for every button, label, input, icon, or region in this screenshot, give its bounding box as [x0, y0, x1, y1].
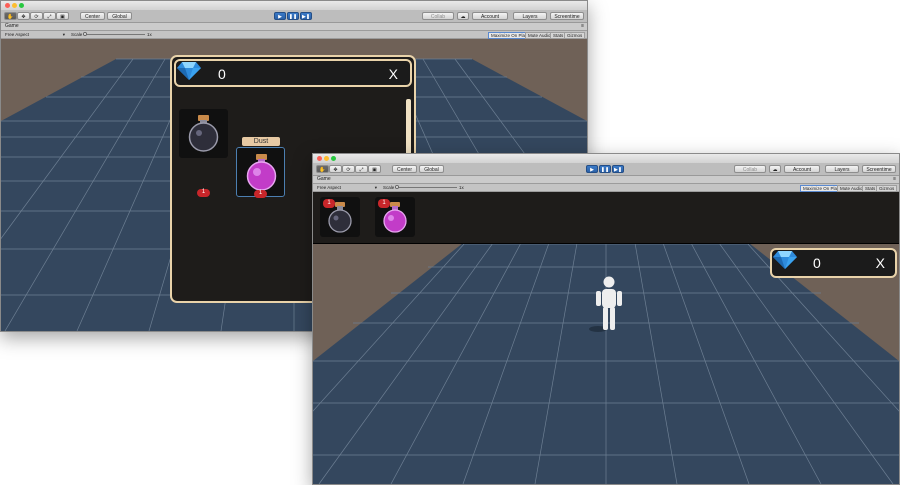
- inventory-slot-dark-potion[interactable]: [179, 109, 228, 158]
- cloud-icon[interactable]: ☁: [769, 165, 781, 173]
- chevron-down-icon: ▾: [62, 32, 65, 37]
- aspect-label: Free Aspect: [317, 185, 342, 190]
- editor-toolbar: ✋ ✥ ⟳ ⤢ ▣ Center Global ▶ ❚❚ ▶❚ Collab ☁…: [313, 163, 899, 176]
- item-count-badge: 1: [323, 199, 335, 208]
- layers-label: Layers: [834, 167, 850, 173]
- tab-game[interactable]: Game: [5, 23, 19, 30]
- gem-header: 0 X: [770, 248, 897, 278]
- play-icon[interactable]: ▶: [586, 165, 598, 173]
- game-tab-bar: Game ≡: [313, 176, 899, 184]
- rotate-tool-icon[interactable]: ⟳: [30, 12, 43, 20]
- account-label: Account: [792, 167, 812, 173]
- scene-view: [313, 243, 899, 484]
- gem-header: 0 X: [174, 59, 412, 87]
- move-tool-icon[interactable]: ✥: [329, 165, 342, 173]
- tab-menu-icon[interactable]: ≡: [893, 176, 896, 183]
- editor-toolbar: ✋ ✥ ⟳ ⤢ ▣ Center Global ▶ ❚❚ ▶❚ Collab ☁…: [1, 10, 587, 23]
- scale-tool-icon[interactable]: ⤢: [355, 165, 368, 173]
- hand-tool-icon[interactable]: ✋: [316, 165, 329, 173]
- play-icon[interactable]: ▶: [274, 12, 286, 20]
- pause-icon[interactable]: ❚❚: [287, 12, 299, 20]
- title-bar: [1, 1, 587, 10]
- close-icon[interactable]: X: [389, 66, 398, 82]
- rect-tool-icon[interactable]: ▣: [368, 165, 381, 173]
- maximize-on-play-toggle[interactable]: Maximize On Play: [488, 32, 531, 39]
- rect-tool-icon[interactable]: ▣: [56, 12, 69, 20]
- game-viewport[interactable]: 0 X: [313, 243, 899, 484]
- maximize-on-play-toggle[interactable]: Maximize On Play: [800, 185, 843, 192]
- chevron-down-icon: ▾: [374, 185, 377, 190]
- zoom-window-button[interactable]: [19, 3, 24, 8]
- pivot-label: Center: [84, 14, 100, 20]
- gem-icon: [773, 251, 797, 269]
- item-count-badge: 1: [378, 199, 390, 208]
- aspect-dropdown[interactable]: Free Aspect ▾: [317, 184, 379, 191]
- item-tooltip: Dust: [242, 137, 280, 146]
- layout-dropdown[interactable]: Screentime: [862, 165, 896, 173]
- scale-slider-knob[interactable]: [395, 185, 399, 189]
- gem-count: 0: [218, 66, 226, 82]
- layers-dropdown[interactable]: Layers: [825, 165, 859, 173]
- title-bar: [313, 154, 899, 163]
- layers-dropdown[interactable]: Layers: [513, 12, 547, 20]
- minimize-window-button[interactable]: [324, 156, 329, 161]
- cloud-icon[interactable]: ☁: [457, 12, 469, 20]
- collab-label: Collab: [430, 14, 446, 20]
- layout-dropdown[interactable]: Screentime: [550, 12, 584, 20]
- pause-icon[interactable]: ❚❚: [599, 165, 611, 173]
- scale-tool-icon[interactable]: ⤢: [43, 12, 56, 20]
- scale-slider-knob[interactable]: [83, 32, 87, 36]
- scale-value: 1x: [459, 185, 464, 190]
- zoom-window-button[interactable]: [331, 156, 336, 161]
- gizmos-dropdown[interactable]: Gizmos: [564, 32, 586, 39]
- scale-label: Scale: [383, 185, 395, 190]
- step-icon[interactable]: ▶❚: [300, 12, 312, 20]
- minimize-window-button[interactable]: [12, 3, 17, 8]
- game-view-bar: Free Aspect ▾ Scale 1x Maximize On Play M…: [1, 31, 587, 39]
- close-icon[interactable]: X: [876, 255, 885, 271]
- pivot-toggle-button[interactable]: Center: [80, 12, 105, 20]
- collab-button[interactable]: Collab: [734, 165, 766, 173]
- gem-icon: [177, 62, 201, 80]
- collab-button[interactable]: Collab: [422, 12, 454, 20]
- scale-label: Scale: [71, 32, 83, 37]
- item-hotbar: 1 1: [313, 192, 899, 244]
- scale-value: 1x: [147, 32, 152, 37]
- game-tab-bar: Game ≡: [1, 23, 587, 31]
- gizmos-dropdown[interactable]: Gizmos: [876, 185, 898, 192]
- tab-game[interactable]: Game: [317, 176, 331, 183]
- layout-label: Screentime: [866, 167, 892, 173]
- layout-label: Screentime: [554, 14, 580, 20]
- aspect-label: Free Aspect: [5, 32, 30, 37]
- aspect-dropdown[interactable]: Free Aspect ▾: [5, 31, 67, 38]
- rotate-tool-icon[interactable]: ⟳: [342, 165, 355, 173]
- step-icon[interactable]: ▶❚: [612, 165, 624, 173]
- move-tool-icon[interactable]: ✥: [17, 12, 30, 20]
- scale-slider-track[interactable]: [83, 34, 145, 35]
- space-label: Global: [424, 167, 439, 173]
- gem-count: 0: [813, 255, 821, 271]
- account-label: Account: [480, 14, 500, 20]
- hand-tool-icon[interactable]: ✋: [4, 12, 17, 20]
- account-dropdown[interactable]: Account: [784, 165, 820, 173]
- pivot-label: Center: [396, 167, 412, 173]
- tab-menu-icon[interactable]: ≡: [581, 23, 584, 30]
- potion-icon: [188, 115, 219, 152]
- unity-editor-window-hud: ✋ ✥ ⟳ ⤢ ▣ Center Global ▶ ❚❚ ▶❚ Collab ☁…: [312, 153, 900, 485]
- collab-label: Collab: [742, 167, 758, 173]
- space-toggle-button[interactable]: Global: [107, 12, 132, 20]
- game-view-bar: Free Aspect ▾ Scale 1x Maximize On Play M…: [313, 184, 899, 192]
- account-dropdown[interactable]: Account: [472, 12, 508, 20]
- space-label: Global: [112, 14, 127, 20]
- close-window-button[interactable]: [5, 3, 10, 8]
- layers-label: Layers: [522, 14, 538, 20]
- pivot-toggle-button[interactable]: Center: [392, 165, 417, 173]
- space-toggle-button[interactable]: Global: [419, 165, 444, 173]
- item-count-badge: 1: [197, 189, 210, 197]
- item-count-badge: 1: [254, 190, 267, 198]
- close-window-button[interactable]: [317, 156, 322, 161]
- scale-slider-track[interactable]: [395, 187, 457, 188]
